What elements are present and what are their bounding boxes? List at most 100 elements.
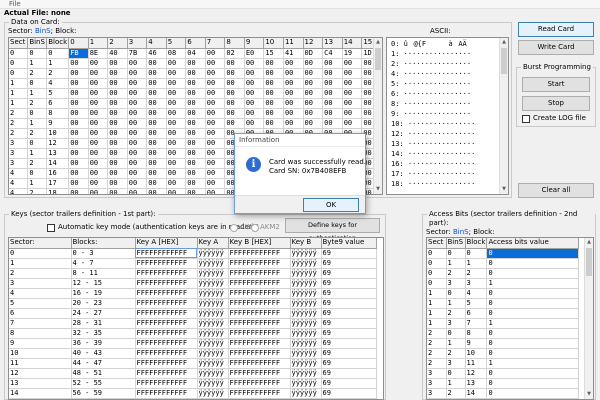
table-row[interactable]: 2 2 10 0: [427, 348, 580, 359]
access-cell[interactable]: 0: [427, 278, 447, 289]
data-cell[interactable]: 00: [303, 58, 324, 69]
data-cell[interactable]: 00: [68, 78, 89, 89]
data-cell[interactable]: 00: [244, 118, 265, 129]
column-header[interactable]: 4: [146, 38, 167, 49]
data-cell[interactable]: 00: [322, 58, 343, 69]
data-cell[interactable]: 00: [146, 148, 167, 159]
key-cell[interactable]: FFFFFFFFFFFF: [228, 298, 291, 309]
data-cell[interactable]: 00: [68, 88, 89, 99]
menu-file[interactable]: File: [9, 0, 21, 8]
data-cell[interactable]: 00: [185, 98, 206, 109]
key-cell[interactable]: ÿÿÿÿÿÿ: [197, 258, 229, 269]
access-cell[interactable]: 1: [446, 378, 466, 389]
key-cell[interactable]: FFFFFFFFFFFF: [228, 388, 291, 399]
data-cell[interactable]: 7B: [127, 48, 148, 59]
data-cell[interactable]: 00: [322, 98, 343, 109]
table-row[interactable]: 10 40 - 43 FFFFFFFFFFFF ÿÿÿÿÿÿ FFFFFFFFFFFF ÿ…: [9, 348, 377, 359]
data-cell[interactable]: 00: [127, 118, 148, 129]
data-cell[interactable]: 00: [68, 68, 89, 79]
data-cell[interactable]: 00: [185, 158, 206, 169]
data-cell[interactable]: 00: [107, 138, 128, 149]
data-cell[interactable]: 00: [263, 118, 284, 129]
data-cell[interactable]: 00: [244, 68, 265, 79]
key-cell[interactable]: FFFFFFFFFFFF: [135, 368, 198, 379]
data-cell[interactable]: 00: [127, 178, 148, 189]
table-row[interactable]: 0110: [427, 258, 580, 269]
data-cell[interactable]: 00: [68, 138, 89, 149]
key-cell[interactable]: ÿÿÿÿÿÿ: [197, 308, 229, 319]
ascii-row[interactable]: 5: ················: [391, 80, 471, 89]
column-header[interactable]: 6: [185, 38, 206, 49]
key-cell[interactable]: 0: [9, 248, 72, 259]
data-cell[interactable]: 00: [205, 78, 226, 89]
column-header[interactable]: Sect: [9, 38, 29, 49]
data-cell[interactable]: 00: [146, 138, 167, 149]
key-cell[interactable]: ÿÿÿÿÿÿ: [290, 368, 322, 379]
data-cell[interactable]: 1: [9, 88, 29, 99]
data-cell[interactable]: 4: [9, 168, 29, 179]
key-cell[interactable]: ÿÿÿÿÿÿ: [197, 378, 229, 389]
access-cell[interactable]: 8: [465, 328, 488, 339]
data-cell[interactable]: 00: [303, 78, 324, 89]
key-cell[interactable]: ÿÿÿÿÿÿ: [197, 268, 229, 279]
access-cell[interactable]: 1: [486, 278, 580, 289]
data-cell[interactable]: 00: [166, 118, 187, 129]
key-cell[interactable]: 69: [321, 378, 377, 389]
key-cell[interactable]: 44 - 47: [71, 358, 136, 369]
ascii-row[interactable]: 10: ················: [391, 120, 475, 129]
key-cell[interactable]: 6: [9, 308, 72, 319]
data-cell[interactable]: 00: [244, 78, 265, 89]
data-cell[interactable]: 00: [185, 108, 206, 119]
access-cell[interactable]: 0: [446, 288, 466, 299]
key-cell[interactable]: ÿÿÿÿÿÿ: [290, 268, 322, 279]
data-cell[interactable]: 00: [283, 108, 304, 119]
key-cell[interactable]: FFFFFFFFFFFF: [228, 358, 291, 369]
data-cell[interactable]: 2: [27, 158, 48, 169]
column-header[interactable]: 13: [322, 38, 343, 49]
data-cell[interactable]: 00: [263, 58, 284, 69]
key-cell[interactable]: 9: [9, 338, 72, 349]
key-cell[interactable]: FFFFFFFFFFFF: [135, 268, 198, 279]
access-cell[interactable]: 1: [486, 318, 580, 329]
data-cell[interactable]: 00: [283, 98, 304, 109]
define-keys-button[interactable]: Define keys for authentication: [285, 218, 380, 242]
data-cell[interactable]: 00: [342, 98, 363, 109]
access-cell[interactable]: 0: [486, 248, 580, 259]
data-cell[interactable]: 0: [9, 48, 29, 59]
key-cell[interactable]: 48 - 51: [71, 368, 136, 379]
data-cell[interactable]: 0: [27, 48, 48, 59]
data-cell[interactable]: 2: [9, 108, 29, 119]
data-cell[interactable]: 00: [185, 138, 206, 149]
clear-all-button[interactable]: Clear all: [518, 183, 594, 198]
column-header[interactable]: 0: [68, 38, 89, 49]
key-cell[interactable]: 69: [321, 278, 377, 289]
data-cell[interactable]: 00: [127, 78, 148, 89]
access-scrollbar[interactable]: ▲ ▼: [584, 238, 593, 399]
data-cell[interactable]: 00: [166, 78, 187, 89]
data-cell[interactable]: 5: [46, 88, 70, 99]
data-cell[interactable]: 00: [68, 108, 89, 119]
data-cell[interactable]: 1: [27, 118, 48, 129]
data-cell[interactable]: 00: [146, 108, 167, 119]
data-cell[interactable]: 00: [283, 58, 304, 69]
data-cell[interactable]: 00: [166, 128, 187, 139]
data-cell[interactable]: 00: [68, 168, 89, 179]
access-cell[interactable]: 1: [427, 298, 447, 309]
key-cell[interactable]: 0 - 3: [71, 248, 136, 259]
data-cell[interactable]: 00: [88, 118, 109, 129]
data-cell[interactable]: 00: [68, 128, 89, 139]
column-header[interactable]: Blocks:: [71, 238, 136, 249]
key-cell[interactable]: 69: [321, 298, 377, 309]
key-cell[interactable]: FFFFFFFFFFFF: [228, 318, 291, 329]
column-header[interactable]: Access bits value: [486, 238, 580, 249]
data-cell[interactable]: 00: [166, 168, 187, 179]
key-cell[interactable]: 36 - 39: [71, 338, 136, 349]
key-cell[interactable]: ÿÿÿÿÿÿ: [290, 298, 322, 309]
key-cell[interactable]: ÿÿÿÿÿÿ: [290, 328, 322, 339]
data-card-scroll-thumb[interactable]: [375, 48, 381, 70]
key-cell[interactable]: 4: [9, 288, 72, 299]
access-scroll-thumb[interactable]: [586, 248, 592, 276]
data-cell[interactable]: 00: [244, 88, 265, 99]
data-cell[interactable]: 00: [205, 88, 226, 99]
access-cell[interactable]: 13: [465, 378, 488, 389]
